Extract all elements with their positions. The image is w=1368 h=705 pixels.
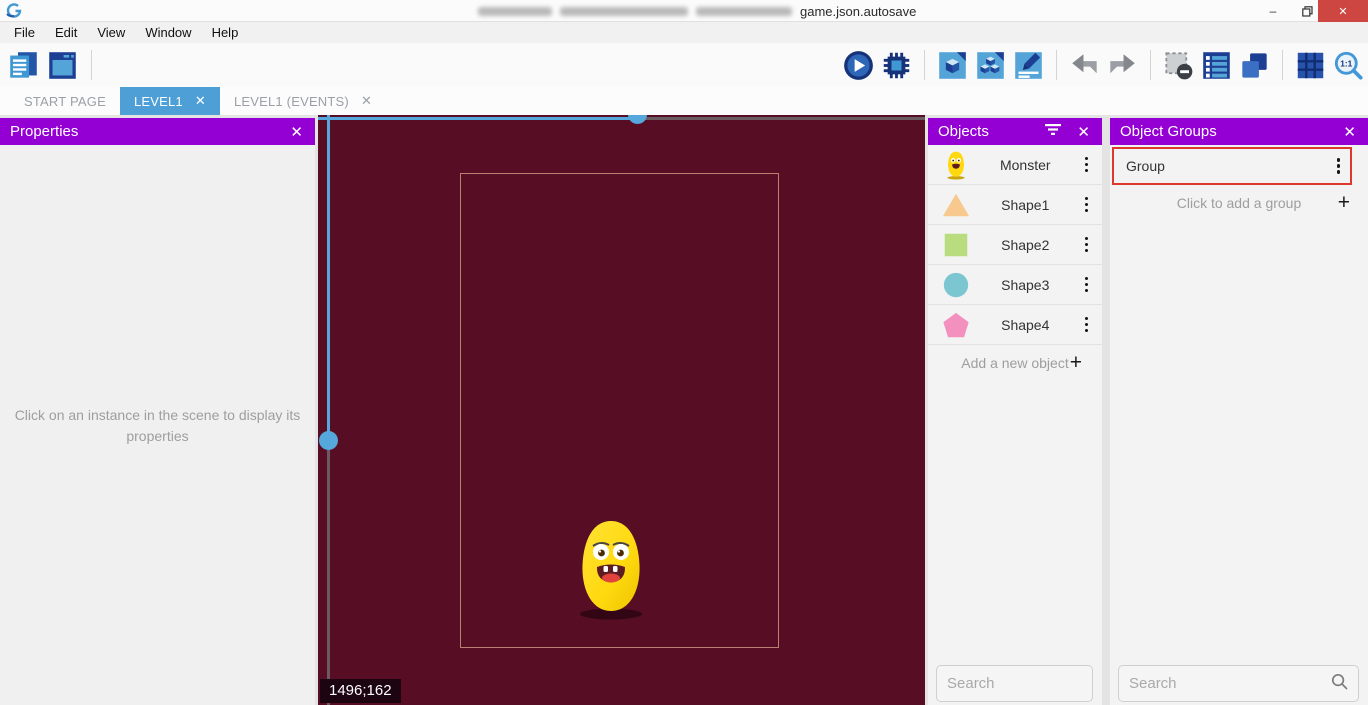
square-thumb-icon bbox=[940, 229, 972, 261]
tab-level1-events-close-icon[interactable]: ✕ bbox=[361, 93, 372, 109]
add-object-plus-icon[interactable]: + bbox=[1070, 351, 1082, 375]
object-label: Shape3 bbox=[972, 277, 1079, 293]
object-label: Monster bbox=[972, 157, 1079, 173]
search-icon bbox=[1331, 673, 1348, 695]
object-menu-icon[interactable] bbox=[1079, 273, 1095, 297]
debugger-icon[interactable] bbox=[881, 50, 912, 81]
menu-window[interactable]: Window bbox=[135, 23, 201, 42]
groups-search-box[interactable] bbox=[1118, 665, 1359, 702]
object-groups-panel-title: Object Groups bbox=[1120, 123, 1341, 140]
objects-panel-header: Objects ✕ bbox=[928, 118, 1102, 145]
gdevelop-window: game.json.autosave – ✕ File Edit View Wi… bbox=[0, 0, 1368, 705]
object-row-shape1[interactable]: Shape1 bbox=[928, 185, 1102, 225]
tab-level1-close-icon[interactable]: ✕ bbox=[195, 93, 206, 109]
redo-icon[interactable] bbox=[1107, 50, 1138, 81]
object-label: Shape2 bbox=[972, 237, 1079, 253]
add-group-plus-icon[interactable]: + bbox=[1338, 191, 1350, 215]
object-row-monster[interactable]: Monster bbox=[928, 145, 1102, 185]
canvas-vscroll-handle[interactable] bbox=[319, 431, 338, 450]
group-menu-icon[interactable] bbox=[1331, 154, 1347, 178]
menu-file[interactable]: File bbox=[4, 23, 45, 42]
deselect-all-icon[interactable] bbox=[1163, 50, 1194, 81]
add-multiple-objects-icon[interactable] bbox=[975, 50, 1006, 81]
start-page-editor-icon[interactable] bbox=[47, 50, 78, 81]
cursor-coordinates: 1496;162 bbox=[320, 679, 401, 703]
scene-canvas[interactable]: 1496;162 bbox=[318, 115, 925, 705]
redacted-title-segment bbox=[560, 7, 688, 16]
redacted-title-segment bbox=[478, 7, 552, 16]
menu-edit[interactable]: Edit bbox=[45, 23, 87, 42]
window-title: game.json.autosave bbox=[478, 0, 916, 22]
circle-thumb-icon bbox=[940, 269, 972, 301]
object-label: Shape1 bbox=[972, 197, 1079, 213]
add-object-label: Add a new object bbox=[961, 355, 1068, 371]
edit-object-icon[interactable] bbox=[1013, 50, 1044, 81]
close-button[interactable]: ✕ bbox=[1318, 0, 1368, 22]
properties-close-icon[interactable]: ✕ bbox=[288, 123, 305, 141]
object-row-shape2[interactable]: Shape2 bbox=[928, 225, 1102, 265]
properties-panel-title: Properties bbox=[10, 123, 288, 140]
zoom-1-1-icon[interactable]: 1:1 bbox=[1333, 50, 1364, 81]
add-object-icon[interactable] bbox=[937, 50, 968, 81]
minimize-button[interactable]: – bbox=[1256, 0, 1290, 22]
tab-start-page-label: START PAGE bbox=[24, 94, 106, 109]
properties-empty-message: Click on an instance in the scene to dis… bbox=[12, 405, 303, 447]
objects-list-editor-icon[interactable] bbox=[1201, 50, 1232, 81]
object-menu-icon[interactable] bbox=[1079, 313, 1095, 337]
groups-search-input[interactable] bbox=[1129, 675, 1331, 692]
monster-instance[interactable] bbox=[571, 515, 651, 623]
group-label: Group bbox=[1126, 158, 1331, 174]
redacted-title-segment bbox=[696, 7, 792, 16]
project-manager-icon[interactable] bbox=[8, 50, 39, 81]
objects-search-box[interactable] bbox=[936, 665, 1093, 702]
canvas-hscroll-track[interactable] bbox=[318, 117, 640, 120]
tab-level1-events[interactable]: LEVEL1 (EVENTS) ✕ bbox=[220, 87, 386, 115]
tab-level1[interactable]: LEVEL1 ✕ bbox=[120, 87, 220, 115]
object-row-shape4[interactable]: Shape4 bbox=[928, 305, 1102, 345]
canvas-vscroll-track-bottom[interactable] bbox=[327, 440, 330, 705]
objects-panel-title: Objects bbox=[938, 123, 1045, 140]
canvas-vscroll-track[interactable] bbox=[327, 115, 330, 440]
canvas-hscroll-track-right[interactable] bbox=[640, 117, 925, 120]
properties-panel: Properties ✕ Click on an instance in the… bbox=[0, 118, 315, 705]
undo-icon[interactable] bbox=[1069, 50, 1100, 81]
object-groups-close-icon[interactable]: ✕ bbox=[1341, 123, 1358, 141]
objects-panel: Objects ✕ Monster Sh bbox=[928, 118, 1102, 705]
properties-panel-header: Properties ✕ bbox=[0, 118, 315, 145]
svg-text:1:1: 1:1 bbox=[1340, 58, 1352, 68]
tab-level1-events-label: LEVEL1 (EVENTS) bbox=[234, 94, 349, 109]
filter-icon[interactable] bbox=[1045, 123, 1061, 141]
tab-level1-label: LEVEL1 bbox=[134, 94, 183, 109]
add-group-row[interactable]: Click to add a group + bbox=[1110, 185, 1368, 221]
objects-close-icon[interactable]: ✕ bbox=[1075, 123, 1092, 141]
group-row-selected[interactable]: Group bbox=[1112, 147, 1352, 185]
object-menu-icon[interactable] bbox=[1079, 233, 1095, 257]
menu-bar: File Edit View Window Help bbox=[0, 22, 1368, 43]
tab-start-page[interactable]: START PAGE bbox=[10, 87, 120, 115]
add-object-row[interactable]: Add a new object + bbox=[928, 345, 1102, 381]
preview-play-icon[interactable] bbox=[843, 50, 874, 81]
title-bar: game.json.autosave – ✕ bbox=[0, 0, 1368, 22]
grid-icon[interactable] bbox=[1295, 50, 1326, 81]
object-label: Shape4 bbox=[972, 317, 1079, 333]
object-menu-icon[interactable] bbox=[1079, 153, 1095, 177]
pentagon-thumb-icon bbox=[940, 309, 972, 341]
menu-view[interactable]: View bbox=[87, 23, 135, 42]
triangle-thumb-icon bbox=[940, 189, 972, 221]
monster-thumb-icon bbox=[940, 149, 972, 181]
object-groups-panel: Object Groups ✕ Group Click to add a gro… bbox=[1110, 118, 1368, 705]
window-title-text: game.json.autosave bbox=[800, 4, 916, 19]
menu-help[interactable]: Help bbox=[202, 23, 249, 42]
add-group-label: Click to add a group bbox=[1177, 195, 1302, 211]
editor-tab-bar: START PAGE LEVEL1 ✕ LEVEL1 (EVENTS) ✕ bbox=[0, 87, 1368, 115]
object-row-shape3[interactable]: Shape3 bbox=[928, 265, 1102, 305]
object-menu-icon[interactable] bbox=[1079, 193, 1095, 217]
layers-editor-icon[interactable] bbox=[1239, 50, 1270, 81]
canvas-hscroll-handle[interactable] bbox=[628, 115, 647, 124]
object-groups-panel-header: Object Groups ✕ bbox=[1110, 118, 1368, 145]
toolbar: 1:1 bbox=[0, 43, 1368, 87]
